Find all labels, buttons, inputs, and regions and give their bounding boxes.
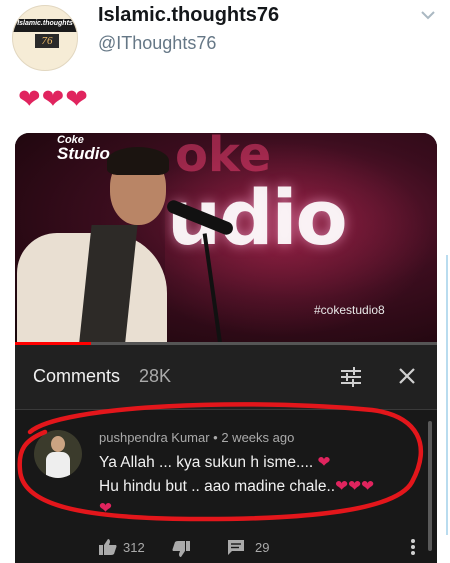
- hashtag-watermark: #cokestudio8: [314, 303, 385, 317]
- display-name[interactable]: Islamic.thoughts76: [98, 4, 279, 27]
- thumbs-down-icon[interactable]: [172, 541, 190, 557]
- comment-line2-text: Hu hindu but .. aao madine chale..: [99, 478, 336, 495]
- commenter-head: [51, 436, 65, 452]
- comments-count: 28K: [139, 366, 172, 386]
- tweet-hearts: ❤❤❤: [18, 84, 89, 114]
- reply-comment-icon[interactable]: [228, 540, 244, 555]
- username[interactable]: @IThoughts76: [98, 33, 216, 54]
- comment-line1-text: Ya Allah ... kya sukun h isme....: [99, 454, 314, 471]
- heart-emojis: ❤❤❤: [335, 478, 375, 495]
- commenter-avatar[interactable]: [34, 430, 82, 478]
- avatar-number: 76: [35, 34, 59, 48]
- reply-count: 29: [255, 540, 270, 555]
- screenshot: Islamic.thoughts 76 Islamic.thoughts76 @…: [0, 0, 450, 563]
- comment-text-line1: Ya Allah ... kya sukun h isme.... ❤: [99, 453, 331, 472]
- singer-hair: [107, 147, 169, 175]
- comment-item: pushpendra Kumar • 2 weeks ago Ya Allah …: [15, 410, 437, 563]
- commenter-body: [46, 452, 70, 478]
- close-icon[interactable]: [396, 365, 418, 387]
- panel-scrollbar[interactable]: [428, 421, 432, 551]
- more-options-icon[interactable]: [410, 538, 416, 556]
- avatar-text: Islamic.thoughts: [17, 20, 73, 27]
- comment-author-time[interactable]: pushpendra Kumar • 2 weeks ago: [99, 430, 294, 445]
- coke-studio-logo: Coke Studio: [57, 135, 110, 163]
- comment-text-line2: Hu hindu but .. aao madine chale..❤❤❤: [99, 477, 374, 496]
- timeline-edge: [446, 255, 448, 535]
- heart-emoji: ❤: [317, 454, 331, 471]
- media-card[interactable]: oke udio Coke Studio #cokestudio8 Commen…: [15, 133, 437, 563]
- heart-emoji-line3: ❤: [99, 500, 112, 517]
- comments-title: Comments: [33, 366, 121, 386]
- video-frame[interactable]: oke udio Coke Studio #cokestudio8: [15, 133, 437, 345]
- thumbs-up-icon[interactable]: [99, 539, 117, 555]
- account-avatar[interactable]: Islamic.thoughts 76: [12, 5, 78, 71]
- logo-line2: Studio: [57, 144, 110, 163]
- comments-header: Comments 28K: [15, 345, 437, 409]
- chevron-down-icon[interactable]: [419, 8, 437, 22]
- sort-filter-icon[interactable]: [339, 365, 363, 389]
- like-count: 312: [123, 540, 145, 555]
